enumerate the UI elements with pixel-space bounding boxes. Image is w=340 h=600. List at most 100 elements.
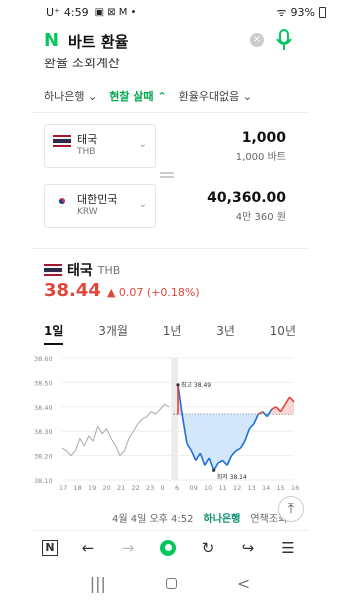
back-icon[interactable]: <: [237, 574, 250, 593]
bank-select[interactable]: 하나은행 ⌄: [44, 88, 97, 104]
from-amount[interactable]: 1,000 1,000 바트: [236, 130, 286, 163]
korea-flag-icon: [53, 195, 71, 207]
from-currency-name: 태국: [77, 133, 98, 146]
widget-title-partial: 환율 조회계산: [44, 58, 120, 71]
recent-apps-icon[interactable]: |||: [90, 574, 106, 593]
y-tick-label: 38.60: [34, 355, 53, 363]
scroll-top-button[interactable]: ⤒: [278, 496, 304, 522]
tab-3-months[interactable]: 3개월: [98, 322, 128, 345]
source-bank: 하나은행: [203, 514, 241, 525]
rate-value: 38.44: [44, 280, 101, 301]
menu-icon[interactable]: ☰: [278, 538, 298, 558]
x-tick-label: 19: [88, 484, 96, 492]
x-tick-label: 13: [248, 484, 256, 492]
equals-icon: [160, 172, 174, 178]
rate-currency-name: 태국: [67, 263, 93, 279]
clear-icon[interactable]: ×: [250, 33, 264, 47]
x-tick-label: 20: [103, 484, 111, 492]
to-amount-value[interactable]: 40,360.00: [207, 190, 286, 206]
high-label: 최고 38.49: [181, 381, 211, 389]
x-tick-label: 16: [291, 484, 299, 492]
to-amount-words: 4만 360 원: [235, 212, 286, 223]
low-label: 최저 38.14: [217, 473, 247, 481]
y-tick-label: 38.30: [34, 428, 53, 436]
home-n-icon[interactable]: N: [42, 539, 58, 556]
thailand-flag-icon: [44, 264, 62, 276]
chevron-down-icon: ⌄: [138, 139, 147, 150]
tab-1-year[interactable]: 1년: [163, 322, 182, 345]
rate-display: 38.44 ▲ 0.07 (+0.18%): [44, 280, 200, 301]
area-above-baseline: [178, 384, 294, 415]
y-tick-label: 38.10: [34, 477, 53, 485]
rate-chart[interactable]: 38.60 38.50 38.40 38.30 38.20 38.10 17 18 19 20 21…: [32, 350, 308, 500]
divider: [32, 248, 308, 249]
y-tick-label: 38.20: [34, 453, 53, 461]
from-amount-words: 1,000 바트: [235, 152, 286, 163]
rate-type-select[interactable]: 현찰 살때 ⌃: [109, 88, 166, 104]
rate-currency-code: THB: [97, 263, 121, 277]
x-tick-label: 14: [262, 484, 270, 492]
chevron-up-icon: ⌃: [157, 90, 167, 103]
naver-logo[interactable]: N: [44, 30, 59, 51]
x-tick-label: 10: [204, 484, 212, 492]
green-dot-icon[interactable]: [158, 538, 178, 558]
high-marker: [176, 383, 180, 387]
period-tabs: 1일 3개월 1년 3년 10년: [44, 322, 296, 345]
status-bar: U⁺ 4:59 ▣ ⊠ M • ᯤ 93%: [0, 0, 340, 24]
exchange-widget: 환율 조회계산 하나은행 ⌄ 현찰 살때 ⌃ 환율우대없음 ⌄ 태국 THB ⌄…: [32, 58, 308, 530]
chevron-down-icon: ⌄: [87, 90, 98, 103]
home-icon[interactable]: [165, 577, 177, 589]
y-tick-label: 38.40: [34, 404, 53, 412]
option-tabs: 하나은행 ⌄ 현찰 살때 ⌃ 환율우대없음 ⌄: [44, 88, 252, 104]
x-tick-label: 09: [190, 484, 198, 492]
from-currency-code: THB: [77, 147, 96, 157]
x-tick-label: 21: [117, 484, 125, 492]
tab-10-years[interactable]: 10년: [270, 322, 296, 345]
battery-level: 93%: [290, 5, 315, 19]
x-tick-label: 23: [146, 484, 154, 492]
x-tick-label: 12: [233, 484, 241, 492]
to-amount[interactable]: 40,360.00 4만 360 원: [207, 190, 286, 223]
status-time: 4:59: [63, 5, 89, 19]
forward-arrow-icon[interactable]: →: [118, 538, 138, 558]
chevron-down-icon: ⌄: [242, 90, 253, 103]
signal-icon: ᯤ: [276, 5, 287, 19]
mic-icon[interactable]: [276, 29, 292, 55]
search-bar: N 바트 환율 ×: [0, 24, 340, 58]
tab-1-day[interactable]: 1일: [44, 322, 64, 345]
y-tick-label: 38.50: [34, 379, 53, 387]
area-below-baseline: [178, 414, 294, 471]
x-tick-label: 11: [219, 484, 227, 492]
x-tick-label: 0: [161, 484, 165, 492]
share-icon[interactable]: ↪: [238, 538, 258, 558]
x-tick-label: 22: [132, 484, 140, 492]
system-nav-bar: ||| <: [0, 566, 340, 600]
x-tick-label: 18: [74, 484, 82, 492]
back-arrow-icon[interactable]: ←: [78, 538, 98, 558]
closed-band: [171, 358, 178, 480]
series-previous-line: [61, 403, 170, 457]
low-marker: [212, 468, 216, 472]
from-amount-value[interactable]: 1,000: [236, 130, 286, 146]
refresh-icon[interactable]: ↻: [198, 538, 218, 558]
divider: [32, 112, 308, 113]
search-query[interactable]: 바트 환율: [68, 31, 128, 52]
x-tick-label: 15: [277, 484, 285, 492]
carrier-label: U⁺: [46, 5, 60, 19]
battery-icon: [319, 6, 326, 18]
x-tick-label: 6: [175, 484, 179, 492]
rate-header: 태국 THB: [44, 260, 120, 280]
thailand-flag-icon: [53, 135, 71, 147]
x-tick-label: 17: [59, 484, 67, 492]
browser-toolbar: N ← → ↻ ↪ ☰: [32, 530, 308, 564]
to-currency-name: 대한민국: [77, 193, 118, 206]
chart-footer: 4월 4일 오후 4:52 하나은행 연책조회: [112, 510, 287, 525]
tab-3-years[interactable]: 3년: [216, 322, 235, 345]
rate-change: ▲ 0.07 (+0.18%): [106, 286, 200, 299]
fee-select[interactable]: 환율우대없음 ⌄: [179, 88, 252, 104]
to-currency-select[interactable]: 대한민국 KRW ⌄: [44, 184, 156, 228]
updated-date: 4월 4일 오후 4:52: [112, 514, 194, 525]
from-currency-select[interactable]: 태국 THB ⌄: [44, 124, 156, 168]
up-triangle-icon: ▲: [106, 286, 116, 299]
notification-icons: ▣ ⊠ M •: [94, 6, 137, 18]
